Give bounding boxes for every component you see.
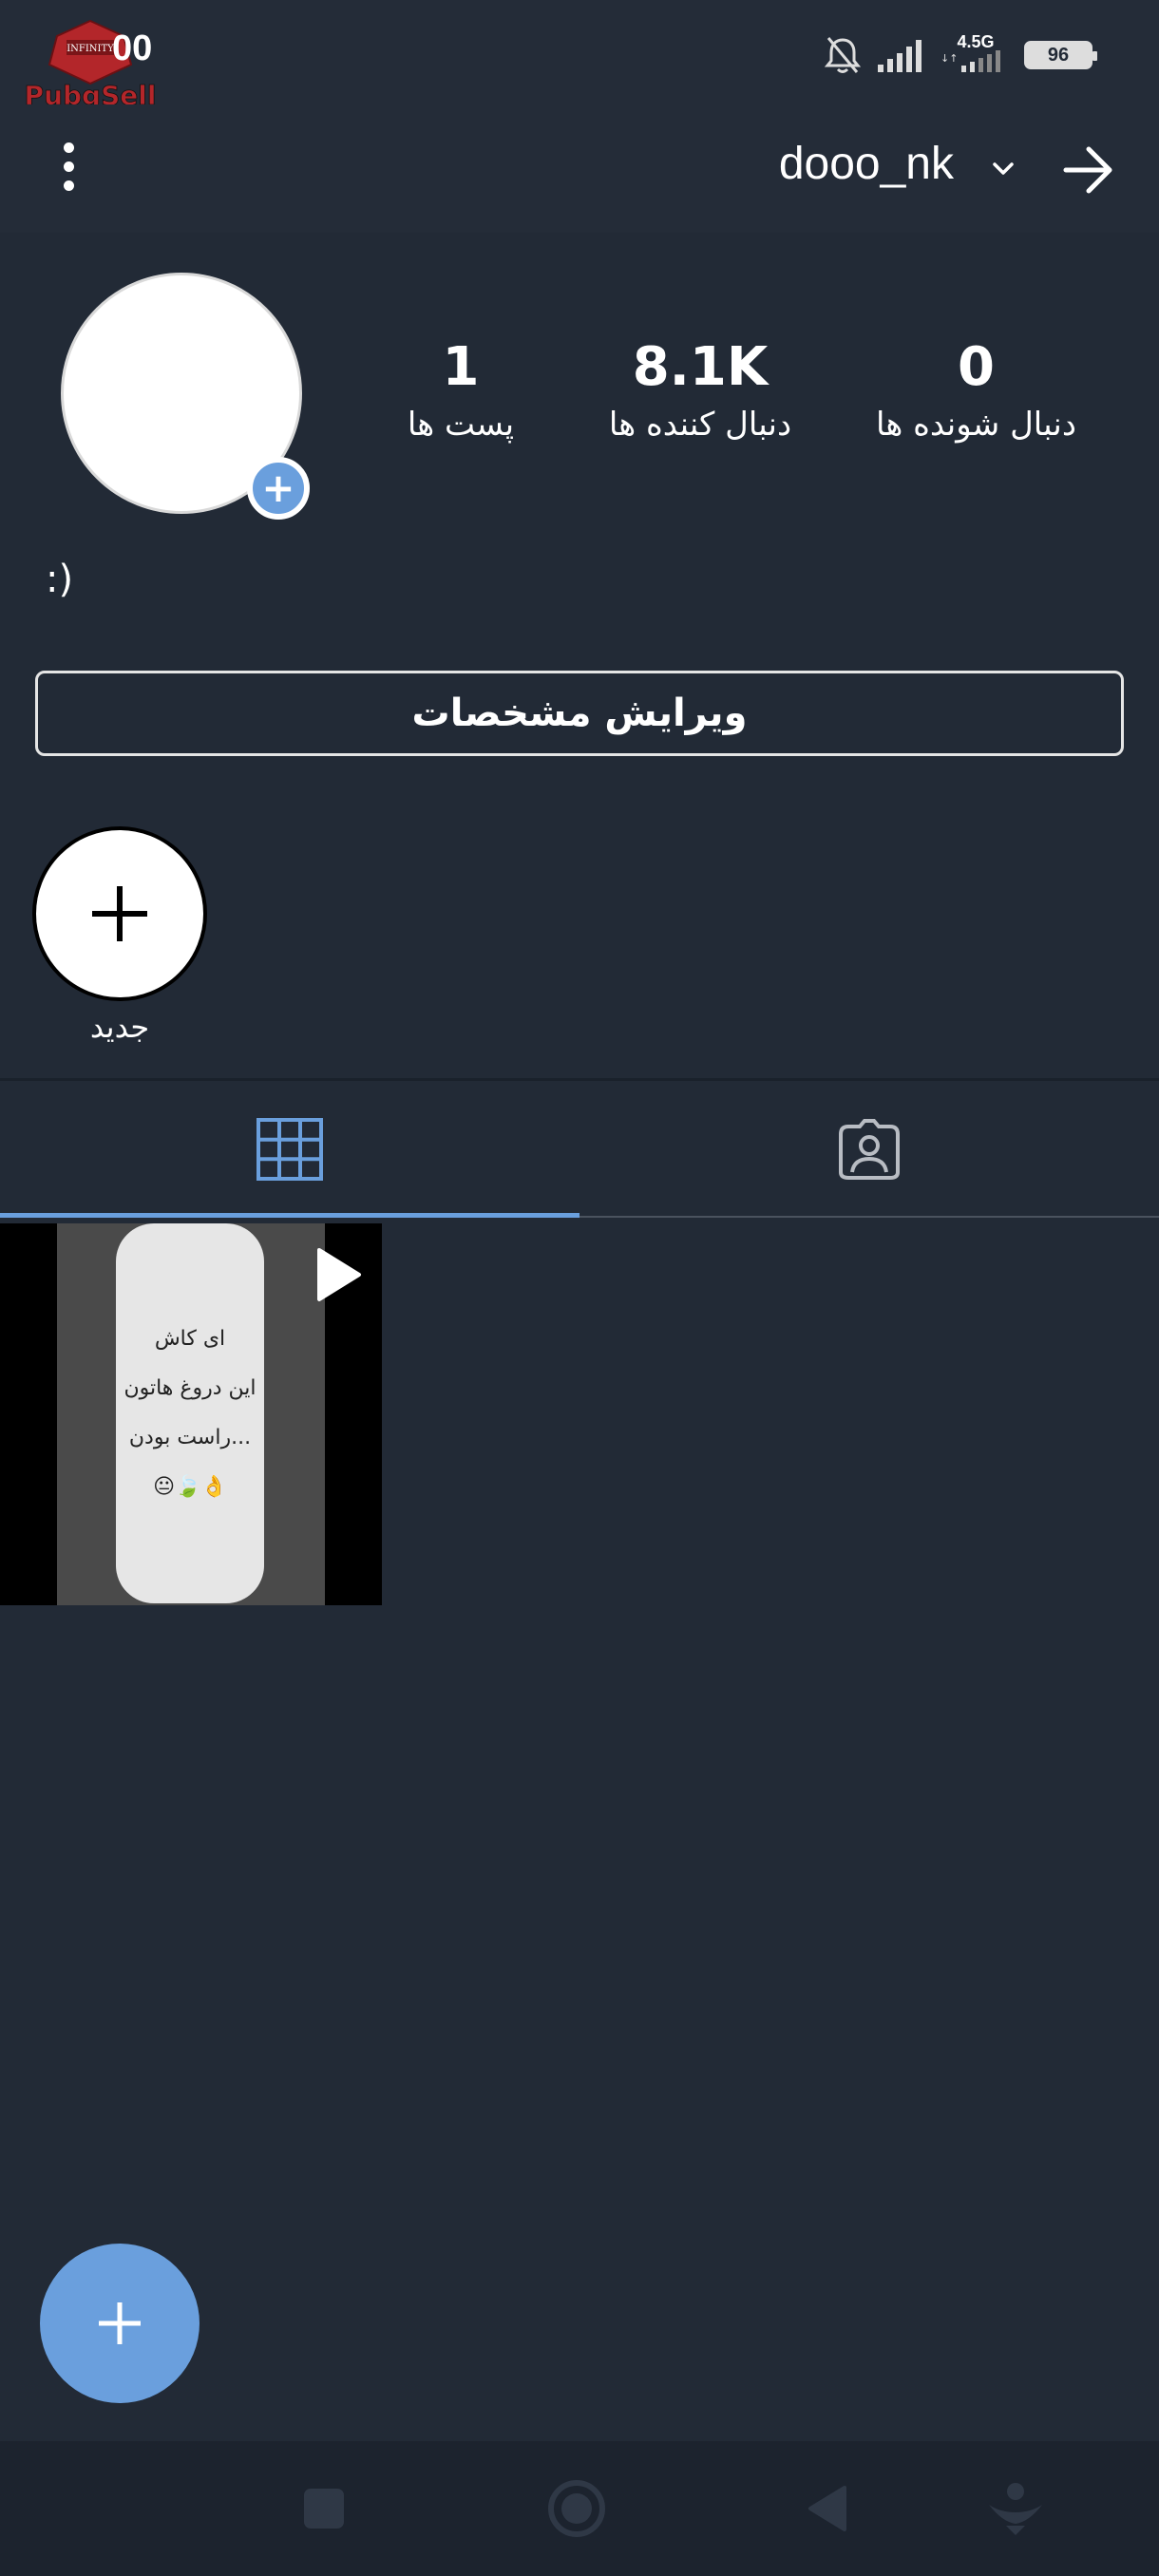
system-navigation-bar <box>0 2441 1159 2576</box>
stat-following[interactable]: 0 دنبال شونده ها <box>869 337 1083 445</box>
followers-count: 8.1K <box>632 336 769 398</box>
add-photo-plus-icon[interactable]: + <box>247 457 310 520</box>
svg-text:↓↑: ↓↑ <box>940 52 958 65</box>
post-caption-emoji: 😐🍃👌 <box>153 1475 227 1499</box>
app-bar: dooo_nk <box>0 104 1159 233</box>
new-highlight-button[interactable] <box>32 826 207 1001</box>
active-tab-indicator <box>0 1213 580 1218</box>
posts-label: پست ها <box>407 406 515 444</box>
bell-muted-icon <box>824 37 862 73</box>
following-count: 0 <box>958 336 995 398</box>
post-caption-line: ای کاش <box>154 1327 226 1351</box>
menu-dot <box>63 161 74 172</box>
square-icon <box>304 2489 344 2529</box>
back-button[interactable] <box>794 2475 861 2542</box>
triangle-back-icon <box>808 2486 846 2531</box>
recents-button[interactable] <box>291 2475 357 2542</box>
post-text-card: ای کاش این دروغ هاتون راست بودن... 😐🍃👌 <box>116 1223 264 1603</box>
account-username[interactable]: dooo_nk <box>779 138 954 190</box>
new-highlight-label: جدید <box>89 1009 150 1045</box>
home-button[interactable] <box>543 2475 610 2542</box>
menu-dot <box>63 180 74 191</box>
battery-indicator: 96 <box>1024 41 1097 69</box>
network-type: 4.5G ↓↑ <box>940 33 1011 77</box>
chevron-down-icon[interactable] <box>986 152 1020 186</box>
tab-tagged[interactable] <box>580 1081 1159 1218</box>
create-post-fab[interactable] <box>40 2244 200 2403</box>
profile-bio: :) <box>46 558 74 601</box>
following-label: دنبال شونده ها <box>875 406 1076 444</box>
svg-text:INFINITY: INFINITY <box>66 44 114 54</box>
assist-button[interactable] <box>982 2475 1049 2542</box>
tagged-person-icon <box>839 1119 900 1180</box>
post-preview-frame: ای کاش این دروغ هاتون راست بودن... 😐🍃👌 <box>57 1223 325 1605</box>
grid-icon <box>256 1118 323 1181</box>
edit-profile-button[interactable]: ویرایش مشخصات <box>35 671 1124 756</box>
post-caption-line: راست بودن... <box>128 1426 252 1449</box>
posts-count: 1 <box>442 336 480 398</box>
system-icons: 4.5G ↓↑ 96 <box>823 32 1097 78</box>
accessibility-person-icon <box>989 2483 1042 2535</box>
clock: 00 <box>112 28 153 68</box>
post-caption-line: این دروغ هاتون <box>124 1376 256 1400</box>
plus-icon <box>92 886 147 941</box>
overflow-menu-button[interactable] <box>48 133 89 199</box>
video-play-icon <box>317 1248 361 1301</box>
plus-icon <box>99 2302 141 2344</box>
stat-posts[interactable]: 1 پست ها <box>394 337 527 445</box>
stat-followers[interactable]: 8.1K دنبال کننده ها <box>600 337 800 445</box>
menu-dot <box>63 142 74 153</box>
status-bar: INFINITY PubgSell 00 4.5G ↓↑ 96 <box>0 0 1159 111</box>
profile-tabs <box>0 1081 1159 1220</box>
post-thumbnail[interactable]: ای کاش این دروغ هاتون راست بودن... 😐🍃👌 <box>0 1223 382 1605</box>
back-arrow-icon[interactable] <box>1054 137 1121 203</box>
signal-strength-icon-2: ↓↑ <box>940 50 1000 72</box>
signal-strength-icon <box>878 40 922 72</box>
tab-posts-grid[interactable] <box>0 1081 580 1218</box>
followers-label: دنبال کننده ها <box>608 406 792 444</box>
home-circle-icon <box>548 2480 605 2537</box>
